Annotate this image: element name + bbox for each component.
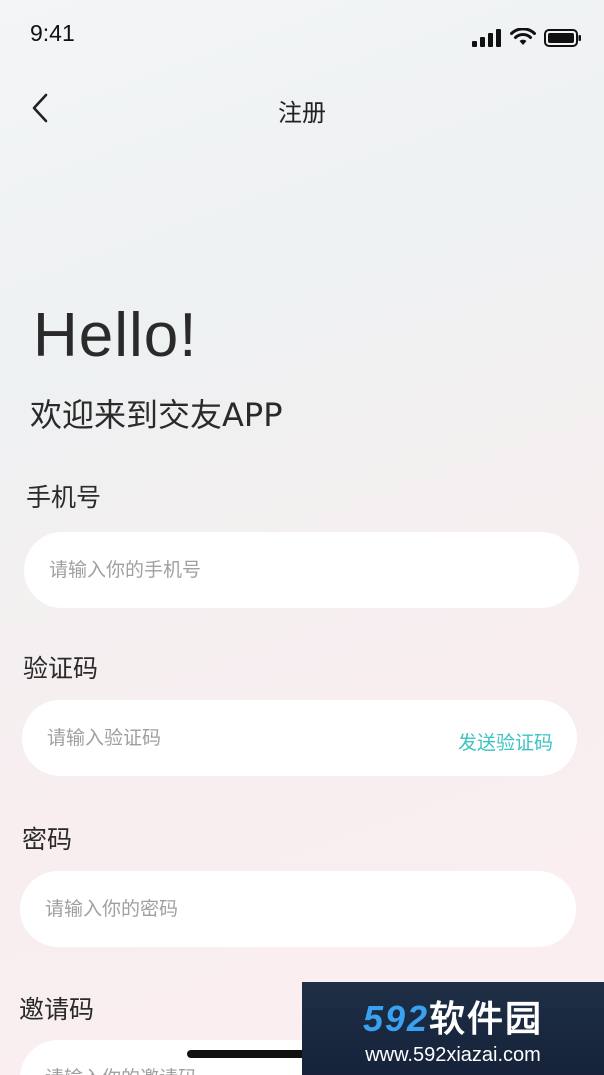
password-label: 密码	[22, 825, 73, 854]
phone-label: 手机号	[26, 483, 102, 512]
phone-field[interactable]	[24, 532, 579, 608]
password-field[interactable]	[20, 871, 576, 947]
password-input[interactable]	[45, 898, 576, 920]
signal-icon	[472, 28, 501, 47]
watermark-number: 592	[362, 998, 430, 1039]
status-time: 9:41	[30, 20, 75, 46]
code-label: 验证码	[23, 654, 99, 683]
watermark-url: www.592xiazai.com	[365, 1044, 541, 1066]
wifi-icon	[510, 28, 536, 45]
battery-icon	[544, 28, 581, 47]
watermark-text: 软件园	[429, 998, 544, 1039]
send-code-button[interactable]: 发送验证码	[458, 728, 553, 755]
page-title: 注册	[278, 99, 326, 127]
status-icons	[472, 28, 582, 47]
watermark-title: 592软件园	[363, 990, 543, 1042]
welcome-text: 欢迎来到交友APP	[30, 396, 283, 434]
invite-label: 邀请码	[19, 995, 95, 1024]
status-bar: 9:41	[0, 0, 604, 70]
hello-heading: Hello!	[33, 301, 198, 370]
code-input[interactable]	[47, 727, 427, 749]
code-field[interactable]: 发送验证码	[22, 700, 577, 776]
nav-bar: 注册	[0, 75, 604, 145]
phone-input[interactable]	[49, 559, 579, 581]
watermark-logo: 592软件园 www.592xiazai.com	[302, 982, 604, 1075]
